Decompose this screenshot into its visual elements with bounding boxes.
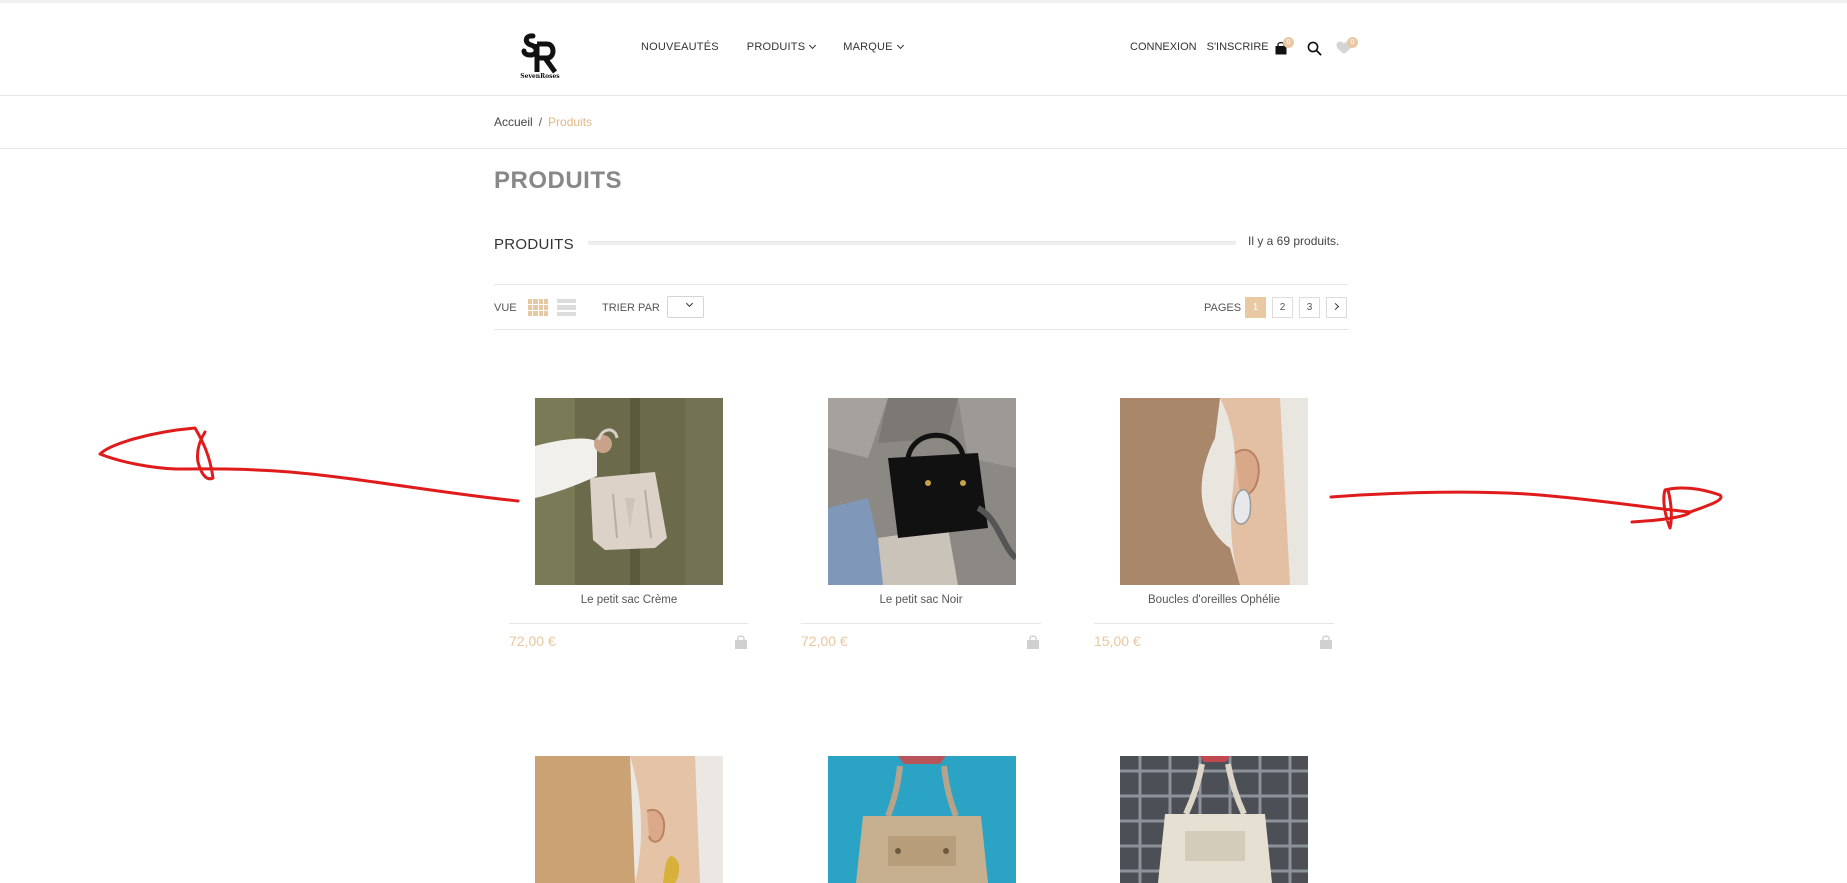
login-link[interactable]: CONNEXION (1130, 41, 1197, 53)
site-logo[interactable]: SevenRoses (513, 30, 567, 86)
add-to-cart-button[interactable] (1025, 634, 1041, 650)
pagination: 1 2 3 (1245, 297, 1347, 318)
signup-link[interactable]: S'INSCRIRE (1207, 41, 1269, 53)
product-image[interactable] (828, 398, 1016, 585)
section-title: PRODUITS (494, 236, 574, 253)
product-photo-earring-gold (535, 756, 723, 883)
list-view-icon[interactable] (557, 299, 576, 316)
listing-toolbar: VUE TRIER PAR PAGES 1 2 3 (494, 284, 1349, 330)
grid-view-icon[interactable] (528, 299, 548, 316)
breadcrumb-current: Produits (548, 115, 593, 129)
view-label: VUE (494, 302, 517, 314)
product-image[interactable] (828, 756, 1016, 883)
cart-button[interactable]: 0 (1274, 37, 1294, 57)
product-name[interactable]: Le petit sac Noir (801, 594, 1041, 606)
nav-produits-label: PRODUITS (746, 41, 806, 53)
main-navigation: NOUVEAUTÉS PRODUITS MARQUE (641, 41, 904, 53)
user-navigation: CONNEXION S'INSCRIRE (1130, 41, 1269, 53)
left-arrow-annotation (98, 426, 520, 503)
wishlist-button[interactable]: 0 (1336, 37, 1358, 57)
product-card: Le petit sac Crème 72,00 € (509, 398, 749, 658)
product-card: Boucles d'oreilles Ophélie 15,00 € (1094, 398, 1334, 658)
pages-label: PAGES (1204, 302, 1242, 314)
product-photo-bag-gold (828, 756, 1016, 883)
logo-monogram-icon (521, 33, 558, 74)
nav-produits[interactable]: PRODUITS (746, 41, 817, 53)
logo-wordmark: SevenRoses (520, 73, 560, 80)
product-price: 72,00 € (801, 633, 848, 649)
page-link-2[interactable]: 2 (1272, 297, 1293, 318)
chevron-down-icon (896, 41, 904, 49)
product-card (1094, 756, 1334, 883)
product-photo-bag-black (828, 398, 1016, 585)
product-image[interactable] (535, 756, 723, 883)
chevron-down-icon (685, 299, 694, 308)
section-divider (588, 241, 1236, 245)
product-price: 15,00 € (1094, 633, 1141, 649)
page-title: PRODUITS (494, 167, 623, 194)
add-to-cart-button[interactable] (733, 634, 749, 650)
site-header: SevenRoses NOUVEAUTÉS PRODUITS MARQUE CO… (0, 3, 1847, 96)
product-divider (509, 623, 749, 624)
product-card (509, 756, 749, 883)
product-image[interactable] (1120, 756, 1308, 883)
product-name[interactable]: Le petit sac Crème (509, 594, 749, 606)
product-divider (1094, 623, 1334, 624)
product-card: Le petit sac Noir 72,00 € (801, 398, 1041, 658)
product-price: 72,00 € (509, 633, 556, 649)
product-image[interactable] (535, 398, 723, 585)
product-photo-earrings (1120, 398, 1308, 585)
breadcrumb-bar: Accueil / Produits (0, 97, 1847, 149)
next-page-button[interactable] (1326, 297, 1347, 318)
nav-nouveautes-label: NOUVEAUTÉS (641, 41, 719, 53)
breadcrumb: Accueil / Produits (494, 115, 592, 129)
chevron-down-icon (809, 41, 817, 49)
shopping-bag-icon (735, 635, 747, 649)
add-to-cart-button[interactable] (1318, 634, 1334, 650)
sort-label: TRIER PAR (602, 302, 660, 314)
product-photo-bag-cream (535, 398, 723, 585)
sort-select[interactable] (667, 296, 704, 318)
product-divider (801, 623, 1041, 624)
product-image[interactable] (1120, 398, 1308, 585)
product-card (801, 756, 1041, 883)
chevron-right-icon (1331, 302, 1340, 311)
shopping-bag-icon (1320, 635, 1332, 649)
page-link-3[interactable]: 3 (1299, 297, 1320, 318)
search-button[interactable] (1307, 41, 1323, 57)
nav-marque[interactable]: MARQUE (843, 41, 904, 53)
breadcrumb-home[interactable]: Accueil (494, 115, 533, 129)
search-icon (1307, 41, 1322, 56)
product-name[interactable]: Boucles d'oreilles Ophélie (1094, 594, 1334, 606)
page-link-1[interactable]: 1 (1245, 297, 1266, 318)
nav-marque-label: MARQUE (843, 41, 893, 53)
product-count: Il y a 69 produits. (1248, 234, 1340, 248)
wishlist-count-badge: 0 (1347, 37, 1358, 48)
nav-nouveautes[interactable]: NOUVEAUTÉS (641, 41, 719, 53)
right-arrow-annotation (1329, 486, 1723, 530)
cart-count-badge: 0 (1283, 37, 1294, 48)
shopping-bag-icon (1027, 635, 1039, 649)
breadcrumb-separator: / (538, 115, 543, 129)
product-photo-bag-silver (1120, 756, 1308, 883)
